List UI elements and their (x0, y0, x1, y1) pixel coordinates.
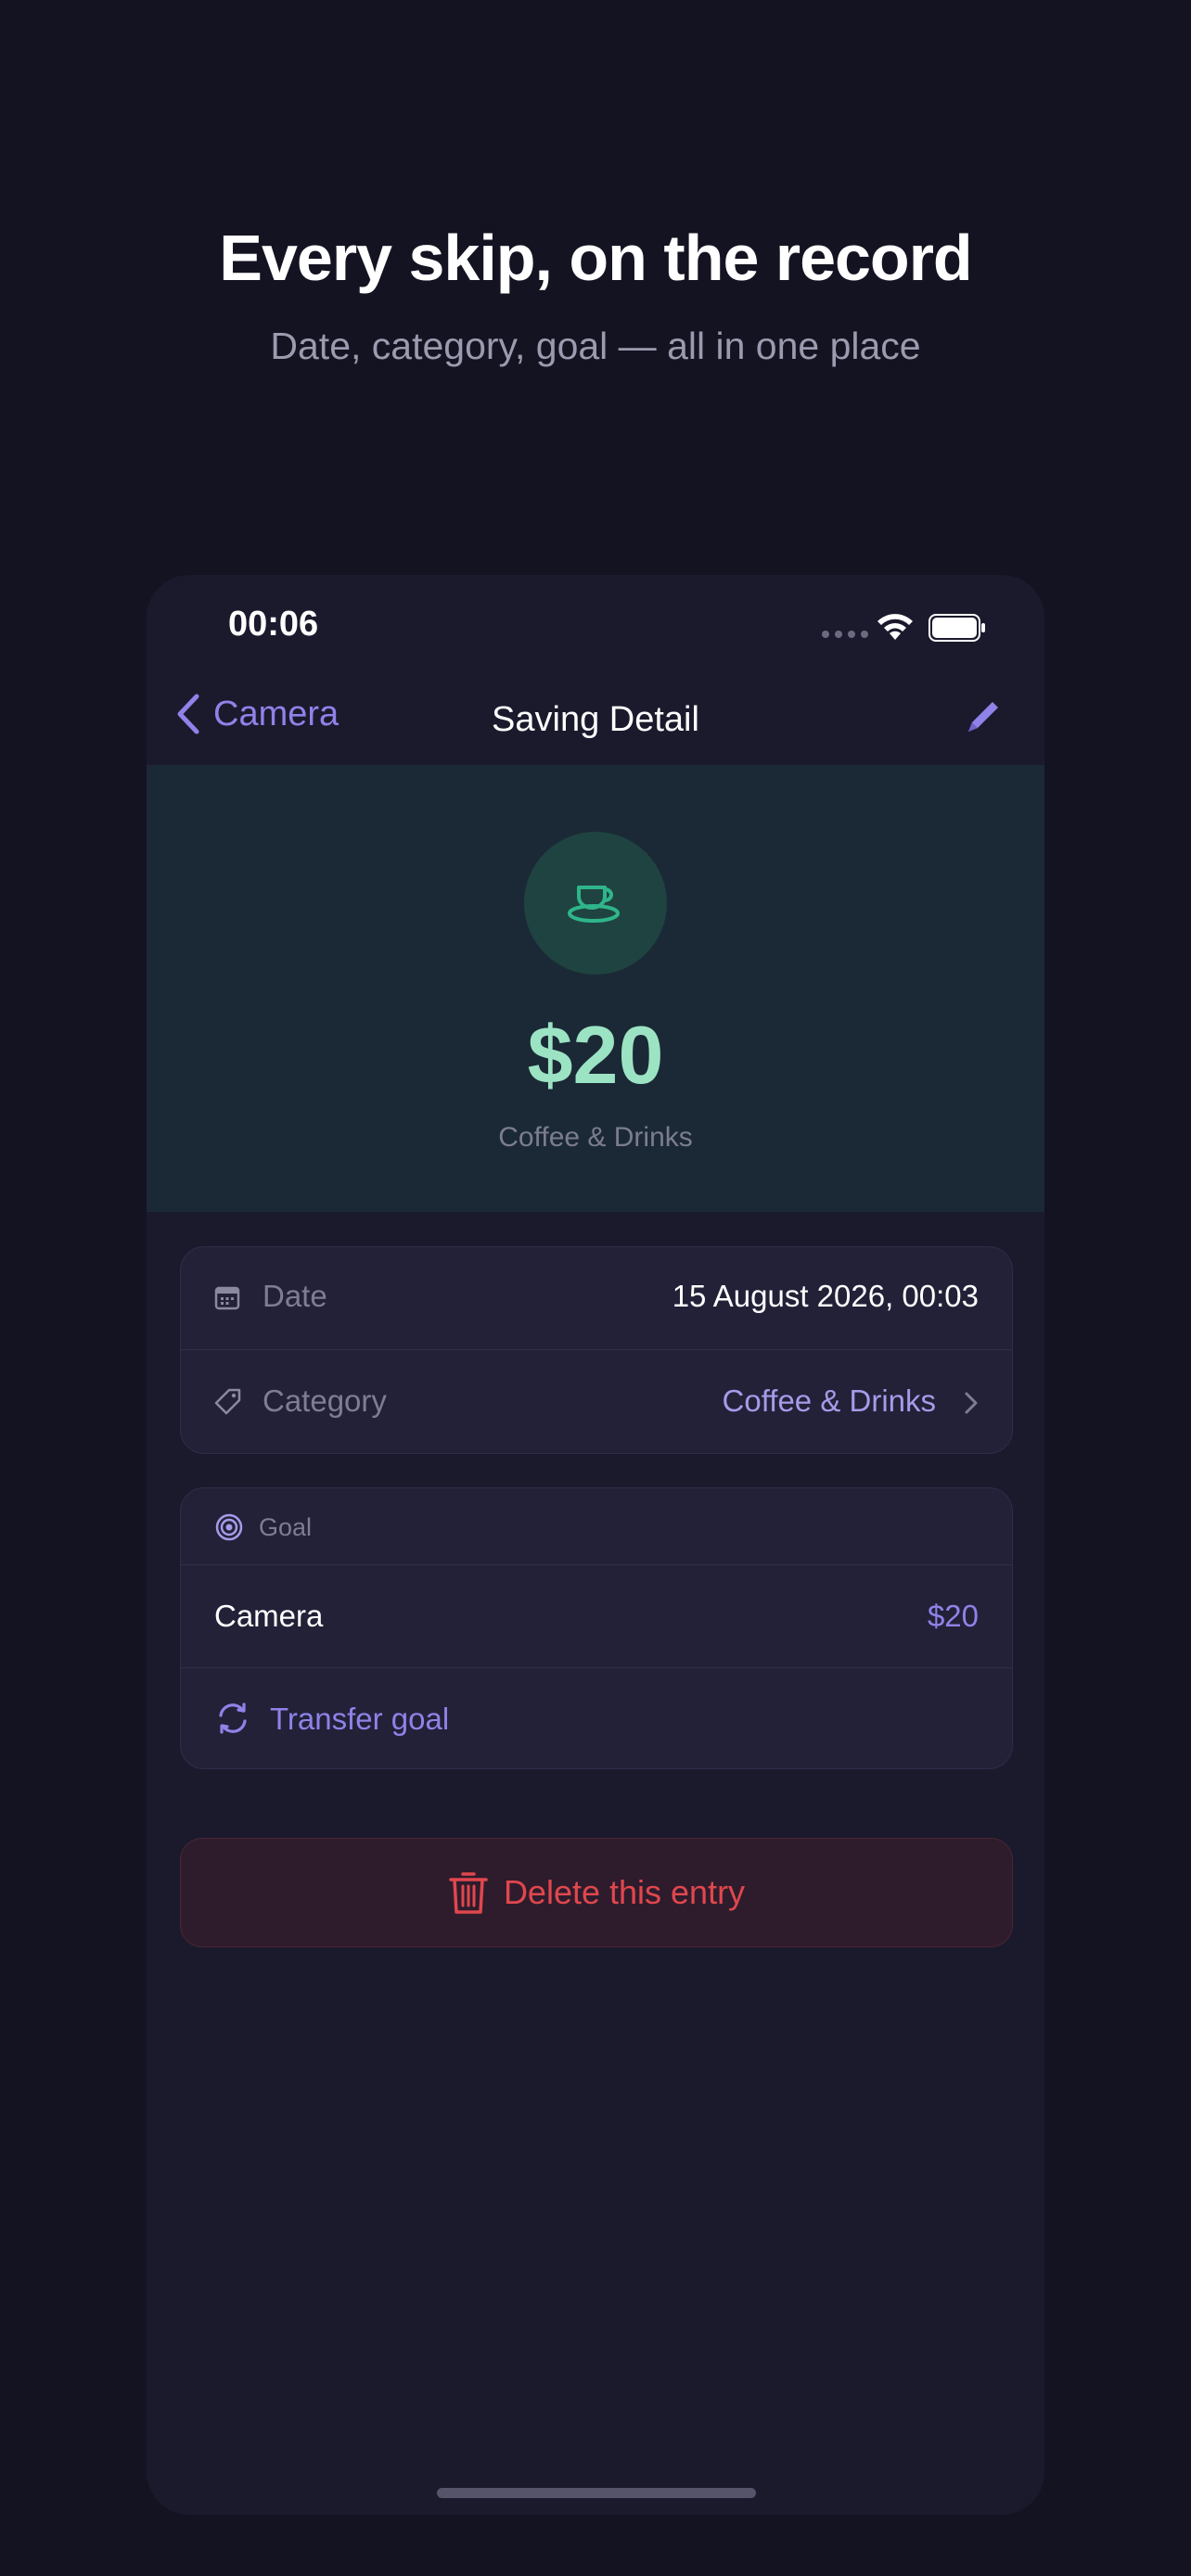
trash-icon (449, 1872, 488, 1914)
status-icons (822, 612, 989, 642)
goal-section-label: Goal (259, 1513, 313, 1541)
calendar-icon (214, 1286, 240, 1310)
chevron-right-icon (965, 1392, 978, 1414)
date-value: 15 August 2026, 00:03 (672, 1279, 979, 1313)
date-row: Date 15 August 2026, 00:03 (181, 1247, 1012, 1350)
signal-icon (822, 631, 868, 638)
hero-summary: $20 Coffee & Drinks (147, 765, 1044, 1212)
promo-subheadline: Date, category, goal — all in one place (270, 325, 921, 367)
delete-entry-button[interactable]: Delete this entry (180, 1838, 1013, 1947)
nav-bar: Camera Saving Detail (147, 672, 1044, 765)
transfer-goal-button[interactable]: Transfer goal (181, 1668, 1012, 1768)
promo-headline: Every skip, on the record (219, 222, 972, 294)
goal-row: Camera $20 (181, 1565, 1012, 1668)
goal-card: Goal Camera $20 Transfer goal (180, 1487, 1013, 1769)
tag-icon (214, 1388, 241, 1415)
goal-header-row: Goal (181, 1488, 1012, 1565)
category-label: Category (263, 1384, 387, 1418)
coffee-cup-icon (568, 886, 620, 923)
category-avatar (524, 832, 667, 975)
goal-name: Camera (214, 1599, 324, 1633)
details-card: Date 15 August 2026, 00:03 Category Coff… (180, 1246, 1013, 1454)
goal-amount: $20 (927, 1599, 979, 1633)
phone-screen: 00:06 Camera Saving Detail $20 Coffee & … (147, 575, 1044, 2515)
delete-entry-label: Delete this entry (503, 1873, 746, 1911)
edit-button[interactable] (963, 696, 1004, 742)
home-indicator (437, 2488, 756, 2498)
category-value: Coffee & Drinks (722, 1384, 936, 1418)
wifi-icon (877, 614, 913, 640)
saving-amount: $20 (527, 1009, 664, 1101)
date-label: Date (263, 1279, 327, 1313)
status-time: 00:06 (228, 605, 319, 644)
category-row[interactable]: Category Coffee & Drinks (181, 1350, 1012, 1452)
page-title: Saving Detail (492, 700, 699, 739)
transfer-goal-label: Transfer goal (270, 1702, 450, 1736)
target-icon (215, 1513, 243, 1541)
pencil-icon (968, 702, 998, 732)
transfer-arrows-icon (219, 1702, 247, 1734)
battery-icon (928, 614, 985, 642)
saving-category: Coffee & Drinks (498, 1122, 693, 1153)
